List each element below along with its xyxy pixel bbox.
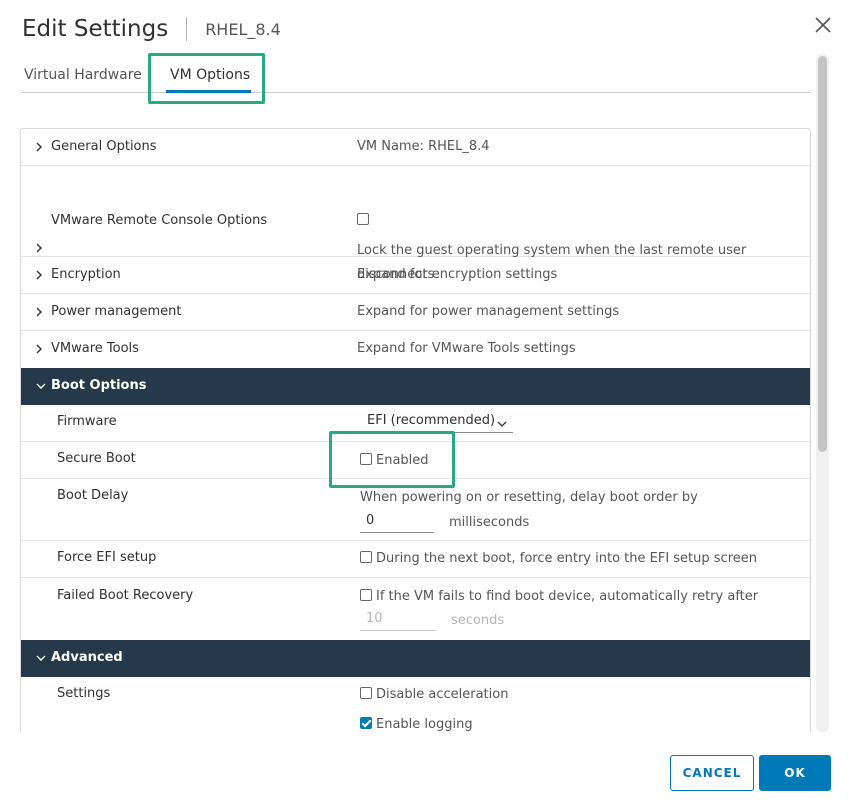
vmware-tools-label: VMware Tools — [51, 341, 139, 356]
chevron-down-icon[interactable] — [35, 381, 46, 393]
disable-acceleration-checkbox[interactable]: Disable acceleration — [360, 687, 508, 702]
chevron-right-icon[interactable] — [34, 306, 44, 318]
firmware-label: Firmware — [57, 414, 117, 429]
boot-delay-row: Boot Delay When powering on or resetting… — [21, 479, 810, 541]
active-tab-indicator — [166, 90, 251, 93]
tab-vm-options[interactable]: VM Options — [170, 67, 250, 83]
boot-delay-unit: milliseconds — [449, 515, 530, 530]
general-options-row[interactable]: General Options VM Name: RHEL_8.4 — [21, 129, 810, 166]
settings-label: Settings — [57, 686, 111, 701]
remote-console-label: VMware Remote Console Options — [51, 213, 268, 228]
secure-boot-checkbox-label: Enabled — [376, 453, 429, 468]
power-management-row[interactable]: Power management Expand for power manage… — [21, 294, 810, 331]
encryption-row[interactable]: Encryption Expand for encryption setting… — [21, 257, 810, 294]
disable-acceleration-label: Disable acceleration — [376, 687, 509, 702]
dialog-title: Edit Settings — [22, 16, 169, 42]
checkbox-checked-icon[interactable] — [360, 717, 372, 729]
chevron-right-icon[interactable] — [34, 242, 44, 254]
cancel-button[interactable]: CANCEL — [670, 755, 754, 791]
checkbox-icon[interactable] — [360, 551, 372, 563]
chevron-right-icon[interactable] — [34, 141, 44, 153]
checkbox-icon[interactable] — [360, 453, 372, 465]
vmware-tools-value: Expand for VMware Tools settings — [357, 341, 576, 356]
power-management-value: Expand for power management settings — [357, 304, 620, 319]
vmware-tools-row[interactable]: VMware Tools Expand for VMware Tools set… — [21, 331, 810, 368]
force-efi-checkbox-label: During the next boot, force entry into t… — [376, 551, 757, 566]
force-efi-label: Force EFI setup — [57, 550, 157, 565]
advanced-header[interactable]: Advanced — [21, 640, 810, 677]
advanced-settings-row: Settings Disable acceleration Enable log… — [21, 677, 810, 732]
force-efi-row: Force EFI setup During the next boot, fo… — [21, 541, 810, 578]
close-icon[interactable] — [814, 16, 832, 34]
secure-boot-row: Secure Boot Enabled — [21, 442, 810, 479]
settings-scroll-area[interactable]: General Options VM Name: RHEL_8.4 VMware… — [20, 128, 811, 732]
chevron-right-icon[interactable] — [34, 343, 44, 355]
encryption-label: Encryption — [51, 267, 121, 282]
boot-delay-input[interactable]: 0 — [360, 513, 434, 533]
settings-panel: General Options VM Name: RHEL_8.4 VMware… — [20, 128, 811, 732]
chevron-down-icon[interactable] — [35, 653, 46, 665]
boot-options-label: Boot Options — [51, 378, 147, 393]
dialog-header: Edit Settings RHEL_8.4 — [22, 12, 281, 46]
vertical-scrollbar[interactable] — [816, 54, 829, 732]
secure-boot-checkbox[interactable]: Enabled — [360, 453, 429, 468]
vm-name-value: VM Name: RHEL_8.4 — [357, 139, 490, 154]
boot-delay-label: Boot Delay — [57, 488, 129, 503]
title-divider — [186, 17, 188, 41]
tab-bar: Virtual Hardware VM Options — [22, 54, 810, 93]
failed-boot-recovery-row: Failed Boot Recovery If the VM fails to … — [21, 578, 810, 640]
remote-console-row[interactable]: VMware Remote Console Options Lock the g… — [21, 166, 810, 282]
scrollbar-thumb[interactable] — [818, 56, 827, 452]
checkbox-icon[interactable] — [360, 589, 372, 601]
enable-logging-label: Enable logging — [376, 717, 473, 732]
retry-seconds-unit: seconds — [451, 613, 505, 628]
firmware-row: Firmware EFI (recommended) — [21, 405, 810, 442]
general-options-label: General Options — [51, 139, 157, 154]
checkbox-icon[interactable] — [360, 687, 372, 699]
lock-guest-os-checkbox[interactable] — [357, 213, 369, 228]
failed-boot-recovery-checkbox[interactable]: If the VM fails to find boot device, aut… — [360, 589, 758, 604]
chevron-right-icon[interactable] — [34, 269, 44, 281]
power-management-label: Power management — [51, 304, 182, 319]
firmware-select[interactable]: EFI (recommended) — [361, 413, 513, 433]
failed-boot-recovery-checkbox-label: If the VM fails to find boot device, aut… — [376, 589, 759, 604]
encryption-value: Expand for encryption settings — [357, 267, 558, 282]
firmware-selected-value: EFI (recommended) — [367, 413, 496, 428]
advanced-label: Advanced — [51, 650, 123, 665]
retry-seconds-input[interactable]: 10 — [360, 611, 436, 631]
tab-virtual-hardware[interactable]: Virtual Hardware — [24, 67, 142, 83]
boot-delay-description: When powering on or resetting, delay boo… — [360, 490, 698, 505]
enable-logging-checkbox[interactable]: Enable logging — [360, 717, 473, 732]
secure-boot-label: Secure Boot — [57, 451, 136, 466]
force-efi-checkbox[interactable]: During the next boot, force entry into t… — [360, 551, 757, 566]
failed-boot-recovery-label: Failed Boot Recovery — [57, 588, 194, 603]
chevron-down-icon — [497, 417, 507, 432]
boot-options-header[interactable]: Boot Options — [21, 368, 810, 405]
ok-button[interactable]: OK — [759, 755, 831, 791]
vm-name-subtitle: RHEL_8.4 — [205, 19, 281, 39]
